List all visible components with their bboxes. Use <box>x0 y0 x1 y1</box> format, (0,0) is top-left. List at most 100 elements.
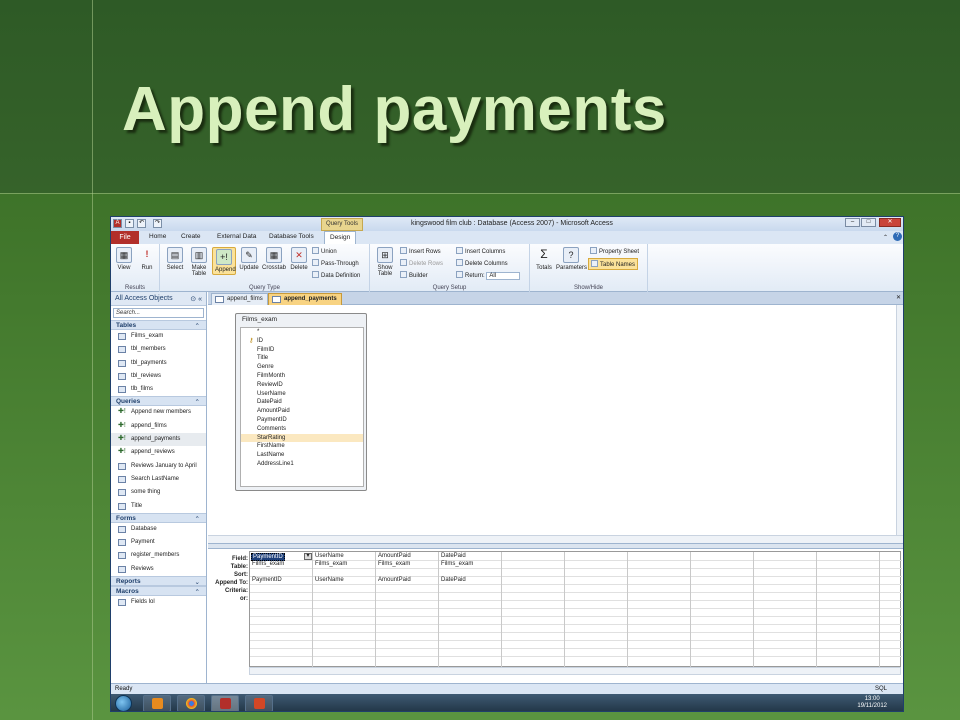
field-item[interactable]: AmountPaid <box>241 407 363 416</box>
nav-item-form[interactable]: register_members <box>111 549 206 562</box>
view-button[interactable]: ▦ View <box>115 247 133 271</box>
nav-item-macro[interactable]: Fields lol <box>111 596 206 609</box>
grid-column[interactable]: AmountPaid Films_exam AmountPaid <box>376 552 439 668</box>
delete-columns-button[interactable]: Delete Columns <box>456 259 508 267</box>
nav-item-query[interactable]: ✚! append_films <box>111 420 206 433</box>
grid-column[interactable]: PaymentID ▾ Films_exam PaymentID <box>250 552 313 668</box>
nav-item-table[interactable]: tlb_films <box>111 383 206 396</box>
grid-column[interactable]: DatePaid Films_exam DatePaid <box>439 552 502 668</box>
nav-item-form[interactable]: Payment <box>111 536 206 549</box>
taskbar-chrome[interactable] <box>177 695 205 711</box>
show-table-button[interactable]: ⊞ Show Table <box>374 247 396 277</box>
pass-through-button[interactable]: Pass-Through <box>312 259 359 267</box>
nav-section-queries[interactable]: Queries ⌃ <box>111 396 206 407</box>
taskbar-powerpoint[interactable] <box>245 695 273 711</box>
grid-append-to-cell[interactable]: PaymentID <box>252 577 282 583</box>
nav-item-table[interactable]: Films_exam <box>111 330 206 343</box>
doc-tab-append-films[interactable]: append_films <box>211 293 268 305</box>
field-item[interactable]: LastName <box>241 451 363 460</box>
field-item[interactable]: Title <box>241 354 363 363</box>
nav-item-query[interactable]: ✚! append_reviews <box>111 446 206 459</box>
select-query-button[interactable]: ▤ Select <box>164 247 186 271</box>
nav-item-query[interactable]: some thing <box>111 486 206 499</box>
field-item[interactable]: FilmID <box>241 346 363 355</box>
chevron-down-icon[interactable]: ⊙ « <box>190 295 202 303</box>
nav-section-reports[interactable]: Reports ⌄ <box>111 576 206 587</box>
tab-home[interactable]: Home <box>149 233 166 240</box>
union-button[interactable]: Union <box>312 247 337 255</box>
totals-button[interactable]: Σ Totals <box>534 247 554 271</box>
update-query-button[interactable]: ✎ Update <box>238 247 260 271</box>
field-item[interactable]: ReviewID <box>241 381 363 390</box>
nav-section-tables[interactable]: Tables ⌃ <box>111 320 206 330</box>
nav-section-macros[interactable]: Macros ⌃ <box>111 586 206 597</box>
canvas-vertical-scrollbar[interactable] <box>896 305 903 535</box>
field-item[interactable]: FirstName <box>241 442 363 451</box>
doc-tab-append-payments[interactable]: append_payments <box>268 293 342 305</box>
delete-rows-button[interactable]: Delete Rows <box>400 259 443 267</box>
nav-item-table[interactable]: tbl_payments <box>111 357 206 370</box>
grid-horizontal-scrollbar[interactable] <box>249 667 901 675</box>
grid-field-cell[interactable]: AmountPaid <box>378 553 411 559</box>
grid-column-empty[interactable] <box>628 552 691 668</box>
nav-item-query[interactable]: ✚! Append new members <box>111 406 206 419</box>
grid-append-to-cell[interactable]: AmountPaid <box>378 577 411 583</box>
field-item[interactable]: PaymentID <box>241 416 363 425</box>
grid-column-empty[interactable] <box>565 552 628 668</box>
builder-button[interactable]: Builder <box>400 271 428 279</box>
nav-item-table[interactable]: tbl_reviews <box>111 370 206 383</box>
insert-columns-button[interactable]: Insert Columns <box>456 247 505 255</box>
field-item[interactable]: * <box>241 328 363 337</box>
field-item[interactable]: FilmMonth <box>241 372 363 381</box>
save-icon[interactable]: ▪ <box>125 219 134 228</box>
property-sheet-button[interactable]: Property Sheet <box>590 247 639 255</box>
field-item-highlighted[interactable]: StarRating <box>241 433 363 443</box>
grid-field-cell[interactable]: PaymentID <box>251 553 285 561</box>
nav-item-query[interactable]: Search LastName <box>111 473 206 486</box>
make-table-button[interactable]: ▥ Make Table <box>188 247 210 277</box>
start-button[interactable] <box>115 695 132 711</box>
field-item[interactable]: Comments <box>241 425 363 434</box>
grid-column-empty[interactable] <box>502 552 565 668</box>
minimize-button[interactable]: – <box>845 218 860 227</box>
tab-external-data[interactable]: External Data <box>217 233 256 240</box>
grid-table-cell[interactable]: Films_exam <box>315 561 347 567</box>
grid-table-cell[interactable]: Films_exam <box>441 561 473 567</box>
nav-section-forms[interactable]: Forms ⌃ <box>111 512 206 523</box>
grid-column-empty[interactable] <box>754 552 817 668</box>
chevron-down-icon[interactable]: ▾ <box>304 553 312 560</box>
help-icon[interactable]: ? <box>893 232 902 241</box>
run-button[interactable]: ! Run <box>138 247 156 271</box>
ribbon-minimize-icon[interactable]: ⌃ <box>883 234 888 241</box>
field-item[interactable]: Genre <box>241 363 363 372</box>
delete-query-button[interactable]: ✕ Delete <box>288 247 310 271</box>
field-list-window[interactable]: Films_exam * ⚷ ID FilmID Title Genre Film… <box>235 313 367 491</box>
undo-icon[interactable]: ↶ <box>137 219 146 228</box>
taskbar-clock[interactable]: 13:00 19/11/2012 <box>857 696 887 710</box>
insert-rows-button[interactable]: Insert Rows <box>400 247 441 255</box>
canvas-horizontal-scrollbar[interactable] <box>208 535 903 543</box>
return-selector[interactable]: Return: All <box>456 271 521 280</box>
nav-item-query[interactable]: Reviews January to April <box>111 460 206 473</box>
maximize-button[interactable]: □ <box>861 218 876 227</box>
tab-database-tools[interactable]: Database Tools <box>269 233 314 240</box>
field-item-key[interactable]: ⚷ ID <box>241 337 363 346</box>
tab-design[interactable]: Design <box>324 231 357 244</box>
crosstab-query-button[interactable]: ▦ Crosstab <box>261 247 287 271</box>
close-tab-icon[interactable]: ✕ <box>896 294 901 301</box>
nav-search-input[interactable]: Search... <box>113 308 204 318</box>
table-names-button[interactable]: Table Names <box>588 258 639 270</box>
sql-view-button[interactable]: SQL <box>875 686 887 692</box>
redo-icon[interactable]: ↷ <box>153 219 162 228</box>
grid-table-cell[interactable]: Films_exam <box>252 561 284 567</box>
grid-column[interactable]: UserName Films_exam UserName <box>313 552 376 668</box>
nav-header[interactable]: All Access Objects ⊙ « <box>111 292 206 306</box>
grid-column-empty[interactable] <box>817 552 880 668</box>
nav-item-query-selected[interactable]: ✚! append_payments <box>111 433 206 447</box>
tab-file[interactable]: File <box>111 231 139 244</box>
nav-item-table[interactable]: tbl_members <box>111 343 206 356</box>
field-item[interactable]: UserName <box>241 390 363 399</box>
return-dropdown[interactable]: All <box>486 272 521 280</box>
grid-field-cell[interactable]: DatePaid <box>441 553 466 559</box>
parameters-button[interactable]: ? Parameters <box>556 247 587 271</box>
